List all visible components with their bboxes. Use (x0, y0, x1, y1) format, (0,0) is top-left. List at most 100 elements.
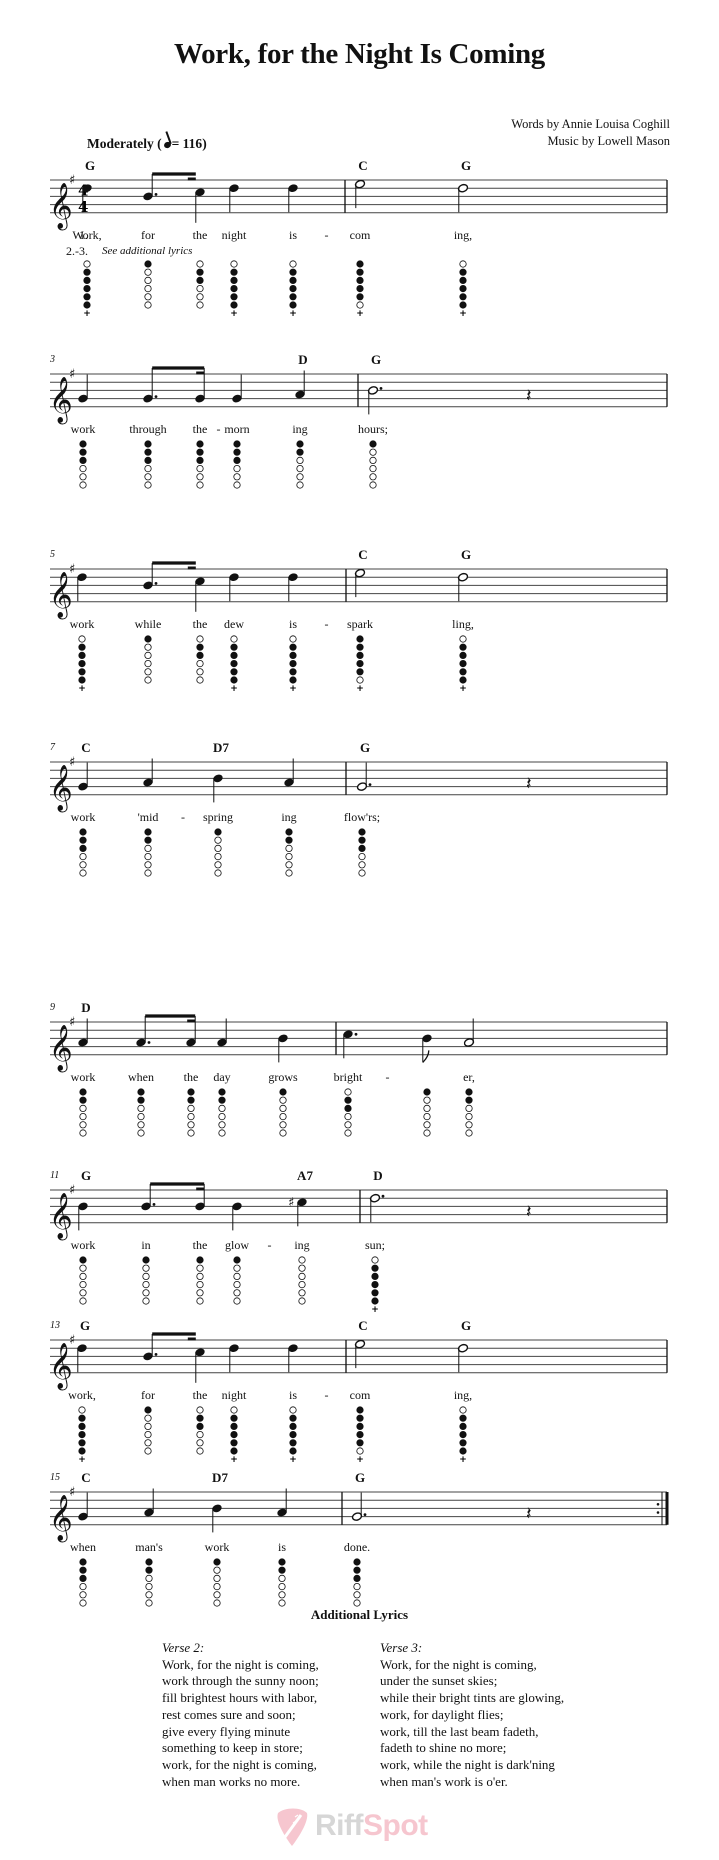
open-hole-icon (79, 1104, 87, 1112)
treble-clef-icon: 𝄞 (49, 1343, 73, 1391)
overblow-plus-icon: + (83, 309, 91, 319)
tin-whistle-fingering: + (459, 1406, 467, 1465)
open-hole-icon (79, 473, 87, 481)
open-hole-icon (213, 1574, 221, 1582)
open-hole-icon (279, 1096, 287, 1104)
open-hole-icon (285, 844, 293, 852)
closed-hole-icon (371, 1264, 379, 1272)
open-hole-icon (233, 481, 241, 489)
closed-hole-icon (289, 659, 297, 668)
closed-hole-icon (196, 651, 204, 659)
logo-text: RiffSpot (315, 1809, 428, 1842)
closed-hole-icon (423, 1088, 431, 1096)
lyric-hyphen: - (216, 422, 221, 436)
open-hole-icon (144, 852, 152, 861)
verse-line: when man's work is o'er. (380, 1773, 508, 1789)
open-hole-icon (79, 1121, 87, 1129)
open-hole-icon (344, 1121, 352, 1129)
system-7: 13 𝄞 ♯ work, + for the night + is + com + ing, + - G C G (49, 1318, 670, 1468)
open-hole-icon (196, 473, 204, 481)
open-hole-icon (233, 464, 241, 473)
closed-hole-icon (79, 844, 87, 852)
closed-hole-icon (459, 668, 467, 676)
tin-whistle-fingering: + (78, 635, 86, 694)
open-hole-icon (137, 1104, 145, 1112)
closed-hole-icon (78, 643, 86, 651)
open-hole-icon (144, 1430, 152, 1439)
overblow-plus-icon: + (230, 684, 238, 694)
closed-hole-icon (78, 659, 86, 668)
augmentation-dot (381, 1194, 385, 1198)
lyric-syllable: night (221, 1388, 247, 1402)
closed-hole-icon (142, 1256, 150, 1264)
closed-hole-icon (79, 440, 87, 448)
lyric-syllable: is (288, 1388, 298, 1402)
augmentation-dot (354, 1032, 358, 1036)
tin-whistle-fingering (344, 1088, 352, 1137)
tin-whistle-fingering (196, 635, 204, 684)
lyric-syllable: com (349, 228, 371, 242)
closed-hole-icon (459, 284, 467, 293)
closed-hole-icon (356, 1414, 364, 1422)
overblow-plus-icon: + (459, 684, 467, 694)
closed-hole-icon (279, 1088, 287, 1096)
open-hole-icon (214, 861, 222, 869)
closed-hole-icon (459, 301, 467, 309)
closed-hole-icon (465, 1096, 473, 1104)
tin-whistle-fingering: + (230, 635, 238, 694)
lyric-syllable: the (192, 617, 208, 631)
additional-lyrics-heading: Additional Lyrics (310, 1607, 409, 1622)
see-additional-lyrics-note: See additional lyrics (102, 245, 193, 257)
closed-hole-icon (353, 1566, 361, 1574)
open-hole-icon (144, 869, 152, 877)
lyric-syllable: dew (224, 617, 244, 631)
closed-hole-icon (79, 448, 87, 456)
lyric-hyphen: - (385, 1070, 390, 1084)
open-hole-icon (369, 464, 377, 473)
lyric-hyphen: - (267, 1238, 272, 1252)
chord-symbol: G (359, 740, 371, 755)
overblow-plus-icon: + (78, 1455, 86, 1465)
quarter-rest-icon: 𝄽 (526, 1504, 532, 1525)
open-hole-icon (79, 481, 87, 489)
open-hole-icon (79, 1297, 87, 1305)
open-hole-icon (79, 1264, 87, 1272)
tin-whistle-fingering (218, 1088, 226, 1137)
closed-hole-icon (356, 268, 364, 276)
lyric-syllable: er, (463, 1070, 475, 1084)
verse-2: Verse 2: Work, for the night is coming, … (162, 1640, 319, 1790)
open-hole-icon (233, 1272, 241, 1280)
riffspot-logo[interactable]: RiffSpot (275, 1805, 455, 1849)
closed-hole-icon (79, 1096, 87, 1104)
quarter-rest-icon: 𝄽 (526, 774, 532, 795)
closed-hole-icon (296, 448, 304, 456)
open-hole-icon (459, 260, 467, 268)
chord-symbol: C (358, 158, 368, 173)
overblow-plus-icon: + (289, 684, 297, 694)
tin-whistle-fingering (358, 828, 366, 877)
closed-hole-icon (78, 668, 86, 676)
lyric-syllable: for (141, 228, 155, 242)
open-hole-icon (218, 1129, 226, 1137)
closed-hole-icon (144, 836, 152, 844)
closed-hole-icon (459, 1439, 467, 1447)
open-hole-icon (353, 1582, 361, 1591)
open-hole-icon (142, 1289, 150, 1297)
closed-hole-icon (358, 844, 366, 852)
open-hole-icon (144, 659, 152, 668)
tin-whistle-fingering (233, 440, 241, 489)
open-hole-icon (187, 1121, 195, 1129)
lyric-syllable: com (349, 1388, 371, 1402)
open-hole-icon (144, 464, 152, 473)
eighth-flag (422, 1050, 430, 1063)
open-hole-icon (78, 1406, 86, 1414)
tin-whistle-fingering (423, 1088, 431, 1137)
open-hole-icon (423, 1121, 431, 1129)
open-hole-icon (213, 1566, 221, 1574)
verse-line: work, while the night is dark'ning (380, 1756, 555, 1772)
closed-hole-icon (358, 836, 366, 844)
chord-symbol: G (460, 547, 472, 562)
open-hole-icon (196, 1406, 204, 1414)
open-hole-icon (218, 1104, 226, 1112)
open-hole-icon (187, 1104, 195, 1112)
